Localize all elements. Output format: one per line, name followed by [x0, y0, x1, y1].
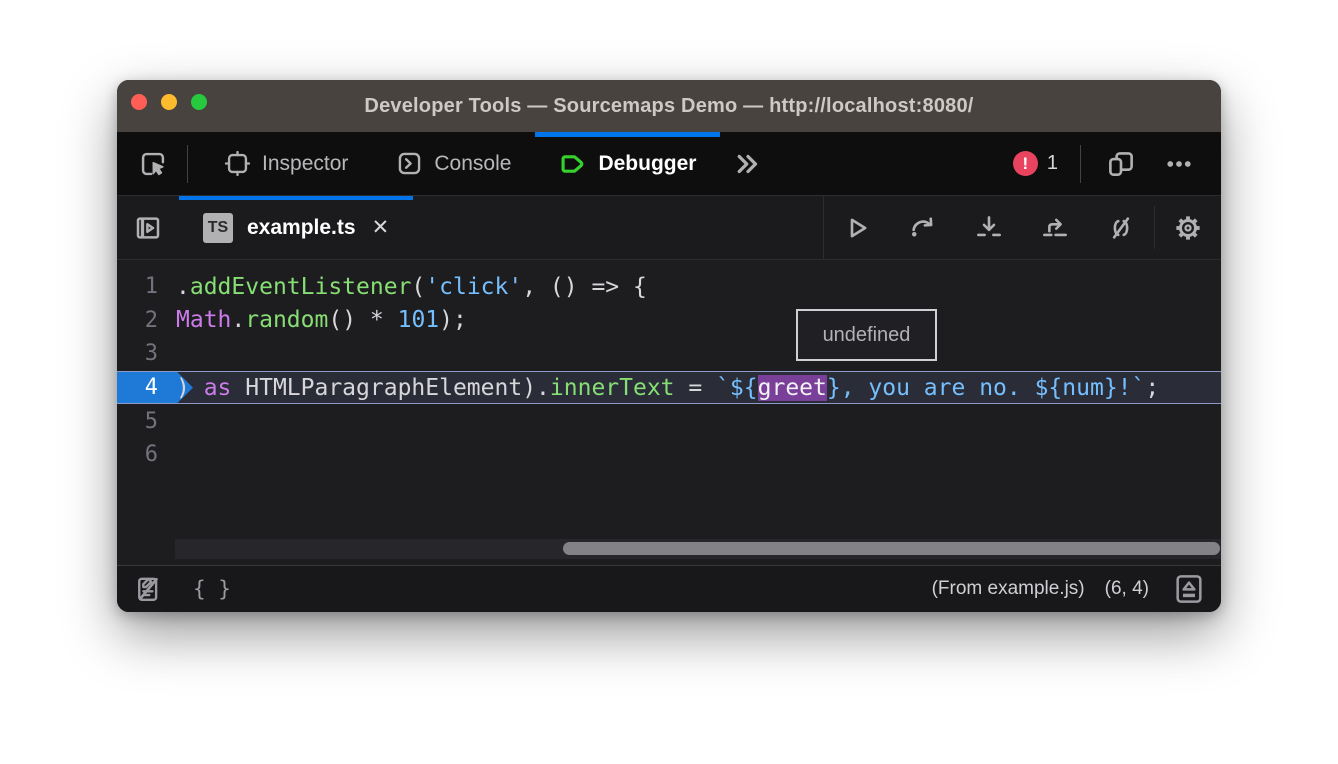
responsive-design-icon — [1106, 149, 1136, 179]
toggle-sources-panel-button[interactable] — [117, 196, 179, 259]
debugger-controls — [823, 196, 1221, 259]
chevron-double-right-icon — [733, 149, 763, 179]
inspector-icon — [224, 150, 251, 177]
variable-preview-tooltip: undefined — [796, 309, 937, 361]
tab-debugger-label: Debugger — [598, 152, 696, 176]
traffic-lights — [131, 94, 207, 110]
window-titlebar: Developer Tools — Sourcemaps Demo — http… — [117, 80, 1221, 132]
horizontal-scrollbar-thumb[interactable] — [563, 542, 1220, 555]
tab-console-label: Console — [434, 152, 511, 176]
ignore-source-button[interactable] — [1088, 196, 1154, 259]
line-number[interactable]: 2 — [117, 308, 167, 333]
source-tabbar: TS example.ts ✕ — [117, 196, 1221, 260]
code-token: 101 — [398, 307, 440, 333]
toolbar-separator — [187, 145, 188, 183]
error-count-button[interactable]: ! 1 — [1013, 151, 1062, 176]
gear-icon — [1173, 213, 1203, 243]
pretty-print-icon: { } — [193, 577, 231, 601]
line-number[interactable]: 4 — [117, 375, 167, 400]
code-line-text: .addEventListener('click', () => { — [176, 274, 647, 300]
ignore-source-icon — [1106, 213, 1136, 243]
code-token: ) — [176, 375, 204, 401]
window-title: Developer Tools — Sourcemaps Demo — http… — [364, 95, 973, 118]
resume-icon — [842, 213, 872, 243]
code-token: Math — [176, 307, 231, 333]
error-count: 1 — [1047, 152, 1058, 175]
step-in-icon — [974, 213, 1004, 243]
sidebar-toggle-icon — [133, 213, 163, 243]
code-token: }, you are no. ${num}!` — [827, 375, 1146, 401]
code-line-text: ) as HTMLParagraphElement).innerText = `… — [176, 375, 1159, 401]
console-icon — [396, 150, 423, 177]
devtools-window: Developer Tools — Sourcemaps Demo — http… — [117, 80, 1221, 612]
code-token: random — [245, 307, 328, 333]
step-over-icon — [908, 213, 938, 243]
code-token: ( — [411, 274, 425, 300]
code-line-text: Math.random() * 101); — [176, 307, 467, 333]
step-out-button[interactable] — [1022, 196, 1088, 259]
pick-element-icon — [139, 150, 167, 178]
close-tab-icon[interactable]: ✕ — [372, 215, 390, 240]
cursor-position: (6, 4) — [1105, 578, 1149, 600]
tab-debugger[interactable]: Debugger — [535, 132, 720, 195]
tab-inspector[interactable]: Inspector — [200, 132, 372, 195]
pick-element-button[interactable] — [131, 142, 175, 186]
code-line[interactable]: 4 ) as HTMLParagraphElement).innerText = … — [117, 371, 1221, 405]
tab-console[interactable]: Console — [372, 132, 535, 195]
line-number[interactable]: 3 — [117, 341, 167, 366]
code-line[interactable]: 1.addEventListener('click', () => { — [117, 270, 1221, 304]
code-token: ; — [1145, 375, 1159, 401]
code-token: ); — [439, 307, 467, 333]
pretty-print-button[interactable]: { } — [167, 577, 231, 601]
code-lines: 1.addEventListener('click', () => {2Math… — [117, 270, 1221, 472]
code-token: . — [231, 307, 245, 333]
devtools-menu-button[interactable] — [1157, 142, 1201, 186]
horizontal-scrollbar[interactable] — [175, 539, 1221, 559]
code-token: 'click' — [425, 274, 522, 300]
code-line[interactable]: 3 — [117, 337, 1221, 371]
typescript-file-icon: TS — [203, 213, 233, 243]
step-over-button[interactable] — [890, 196, 956, 259]
ignore-source-file-icon — [133, 574, 163, 604]
code-token: `${ — [716, 375, 758, 401]
code-token: innerText — [550, 375, 675, 401]
step-out-icon — [1040, 213, 1070, 243]
resume-button[interactable] — [824, 196, 890, 259]
line-number[interactable]: 1 — [117, 274, 167, 299]
error-badge-icon: ! — [1013, 151, 1038, 176]
debugger-settings-button[interactable] — [1155, 196, 1221, 259]
tab-inspector-label: Inspector — [262, 152, 348, 176]
code-token: , () => { — [522, 274, 647, 300]
eject-icon — [1173, 573, 1205, 605]
line-number[interactable]: 5 — [117, 409, 167, 434]
source-tab-label: example.ts — [247, 216, 356, 240]
minimize-window-button[interactable] — [161, 94, 177, 110]
code-line[interactable]: 5 — [117, 404, 1221, 438]
source-tab-example-ts[interactable]: TS example.ts ✕ — [179, 196, 413, 259]
code-token: = — [675, 375, 717, 401]
mapped-source-note[interactable]: (From example.js) — [932, 578, 1085, 600]
code-token: HTMLParagraphElement). — [231, 375, 550, 401]
debugger-footer: { } (From example.js) (6, 4) — [117, 565, 1221, 612]
open-panel-button[interactable] — [1169, 569, 1209, 609]
code-editor: 1.addEventListener('click', () => {2Math… — [117, 260, 1221, 565]
code-line[interactable]: 2 Math.random() * 101); — [117, 304, 1221, 338]
zoom-window-button[interactable] — [191, 94, 207, 110]
toolbar-separator — [1080, 145, 1081, 183]
code-token: addEventListener — [190, 274, 412, 300]
devtools-toolbar: Inspector Console Debugger — [117, 132, 1221, 196]
code-token: greet — [758, 375, 827, 401]
meatball-menu-icon — [1164, 149, 1194, 179]
code-token: . — [176, 274, 190, 300]
step-in-button[interactable] — [956, 196, 1022, 259]
close-window-button[interactable] — [131, 94, 147, 110]
code-line[interactable]: 6 — [117, 438, 1221, 472]
line-number[interactable]: 6 — [117, 442, 167, 467]
code-token: () * — [328, 307, 397, 333]
ignore-source-footer-button[interactable] — [129, 570, 167, 608]
debugger-icon — [559, 150, 587, 178]
more-tabs-button[interactable] — [726, 142, 770, 186]
code-token: as — [204, 375, 232, 401]
responsive-design-mode-button[interactable] — [1099, 142, 1143, 186]
